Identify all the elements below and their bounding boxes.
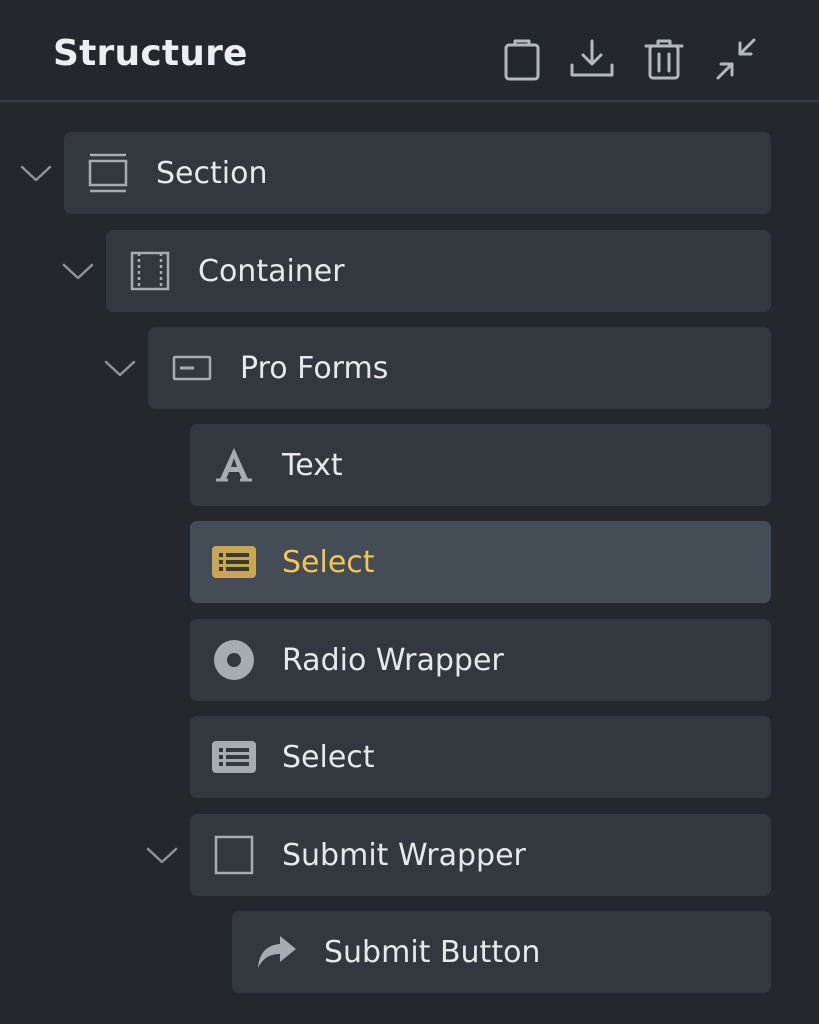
list-icon (210, 538, 258, 586)
download-icon[interactable] (568, 34, 616, 86)
tree-item-submit-button[interactable]: Submit Button (232, 911, 771, 993)
section-icon (84, 149, 132, 197)
tree-item-radio-wrapper[interactable]: Radio Wrapper (190, 619, 771, 701)
clipboard-icon[interactable] (498, 34, 546, 86)
tree-item-text[interactable]: Text (190, 424, 771, 506)
tree-item-label: Submit Button (324, 934, 541, 970)
expand-caret-section[interactable] (16, 153, 56, 193)
tree-item-select[interactable]: Select (190, 716, 771, 798)
expand-caret-pro-forms[interactable] (100, 348, 140, 388)
panel-header: Structure (0, 0, 819, 102)
tree-item-select-active[interactable]: Select (190, 521, 771, 603)
list-icon (210, 733, 258, 781)
tree-item-label: Container (198, 253, 345, 289)
tree-item-label: Text (282, 447, 343, 483)
tree-item-label: Select (282, 739, 375, 775)
tree-item-label: Section (156, 155, 268, 191)
collapse-icon[interactable] (712, 34, 760, 86)
tree-item-label: Pro Forms (240, 350, 389, 386)
form-icon (168, 344, 216, 392)
tree-item-label: Radio Wrapper (282, 642, 504, 678)
container-icon (126, 247, 174, 295)
tree-item-container[interactable]: Container (106, 230, 771, 312)
tree-item-label: Select (282, 544, 375, 580)
tree-item-submit-wrapper[interactable]: Submit Wrapper (190, 814, 771, 896)
radio-icon (210, 636, 258, 684)
tree-item-label: Submit Wrapper (282, 837, 526, 873)
tree-item-pro-forms[interactable]: Pro Forms (148, 327, 771, 409)
tree-item-section[interactable]: Section (64, 132, 771, 214)
panel-title: Structure (53, 33, 248, 74)
square-icon (210, 831, 258, 879)
share-arrow-icon (252, 928, 300, 976)
trash-icon[interactable] (640, 34, 688, 86)
expand-caret-submit-wrapper[interactable] (142, 835, 182, 875)
expand-caret-container[interactable] (58, 251, 98, 291)
text-icon (210, 441, 258, 489)
